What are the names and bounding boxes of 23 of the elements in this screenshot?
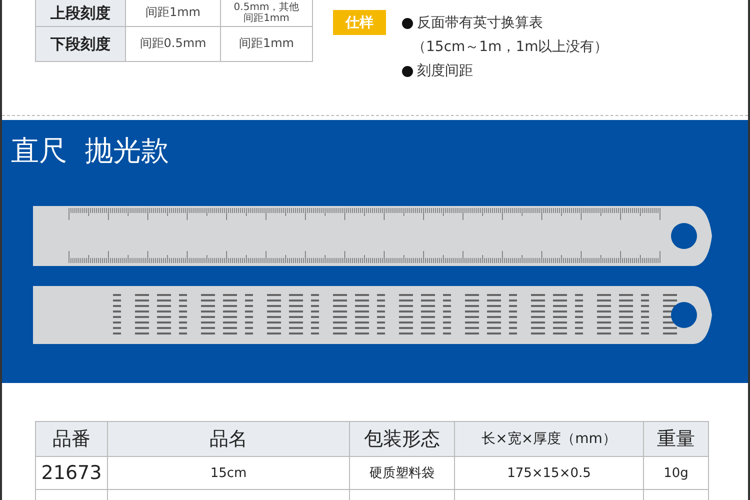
table-cell: 间距1mm bbox=[221, 27, 313, 62]
column-header: 包装形态 bbox=[350, 422, 455, 457]
banner-title: 直尺 抛光款 bbox=[11, 133, 170, 169]
table-cell: 间距1mm bbox=[126, 0, 221, 27]
column-header: 品名 bbox=[108, 422, 350, 457]
table-cell: 间距0.5mm bbox=[126, 27, 221, 62]
spec-text: （15cm～1m，1m以上没有） bbox=[412, 38, 608, 56]
spec-text: 反面带有英寸换算表 bbox=[417, 14, 543, 32]
row-header: 下段刻度 bbox=[36, 27, 126, 62]
table-cell: 175×15×0.5 bbox=[455, 457, 644, 490]
table-cell: 0.5mm，其他 间距1mm bbox=[221, 0, 313, 27]
spec-badge: 仕样 bbox=[333, 10, 386, 35]
table-cell: 10g bbox=[644, 457, 709, 490]
spec-text: 刻度间距 bbox=[417, 62, 473, 80]
bullet-icon bbox=[402, 18, 413, 28]
table-cell: 15cm bbox=[108, 457, 350, 490]
table-cell: 21673 bbox=[36, 457, 108, 490]
bullet-icon bbox=[402, 66, 413, 76]
row-header: 上段刻度 bbox=[36, 0, 126, 27]
column-header: 品番 bbox=[36, 422, 108, 457]
column-header: 长×宽×厚度（mm） bbox=[455, 422, 644, 457]
column-header: 重量 bbox=[644, 422, 709, 457]
table-cell: 硬质塑料袋 bbox=[350, 457, 455, 490]
